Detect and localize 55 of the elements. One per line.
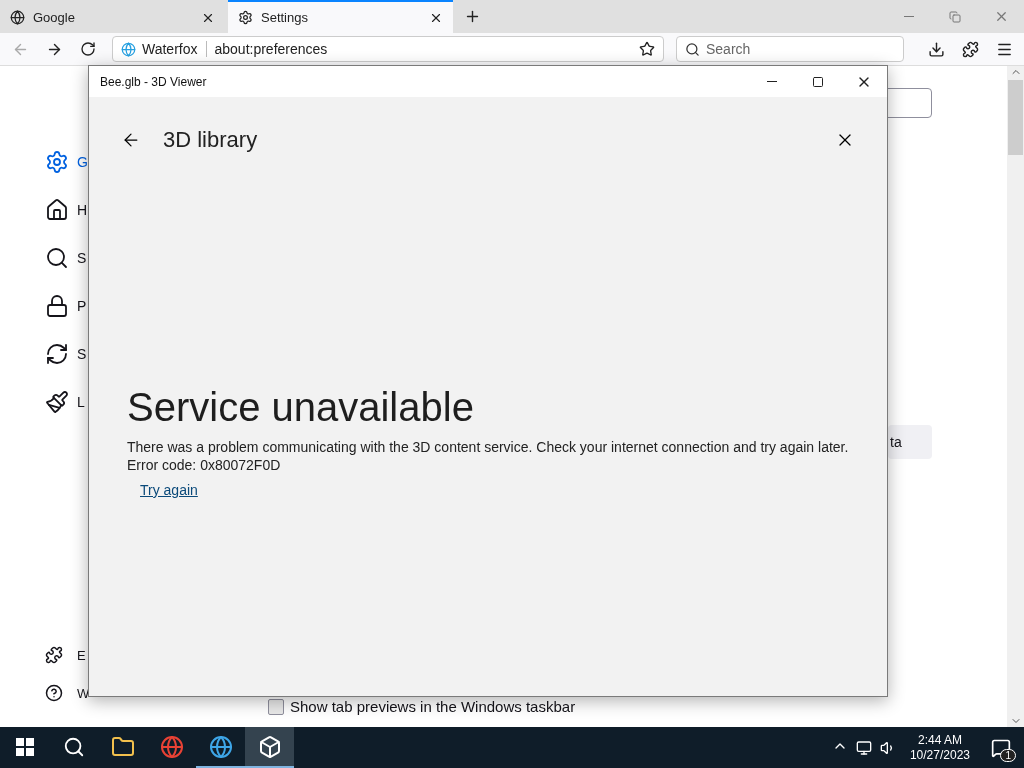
maximize-icon <box>812 75 824 88</box>
globe-icon <box>159 734 184 759</box>
globe-icon <box>208 734 233 759</box>
url-text: about:preferences <box>214 41 328 57</box>
search-icon <box>45 246 69 270</box>
notification-count: 1 <box>1000 748 1016 762</box>
scrollbar[interactable] <box>1007 66 1024 727</box>
puzzle-icon <box>961 40 979 58</box>
settings-button[interactable]: ta <box>888 425 932 459</box>
lock-icon <box>45 294 69 318</box>
star-icon <box>639 41 655 57</box>
window-title: Bee.glb - 3D Viewer <box>100 74 208 89</box>
globe-icon <box>10 10 25 25</box>
taskbar-app[interactable] <box>245 727 294 768</box>
sidebar-item[interactable]: H <box>45 196 88 224</box>
sidebar-item[interactable]: G <box>45 148 88 176</box>
folder-icon <box>110 734 135 759</box>
minimize-icon <box>904 16 914 17</box>
page-title: 3D library <box>163 127 259 153</box>
address-field[interactable]: Waterfox about:preferences <box>112 36 664 62</box>
identity-label: Waterfox <box>142 41 198 57</box>
minimize-icon <box>767 81 777 82</box>
clock[interactable]: 2:44 AM 10/27/2023 <box>909 732 970 763</box>
reload-icon <box>80 41 96 57</box>
search-field[interactable]: Search <box>676 36 904 62</box>
home-icon <box>45 198 69 222</box>
settings-icon <box>238 10 253 25</box>
try-again-link[interactable]: Try again <box>140 482 198 498</box>
cube-icon <box>257 734 282 759</box>
sidebar-item[interactable]: S <box>45 340 87 368</box>
windows-icon <box>15 737 34 756</box>
globe-icon <box>121 41 136 57</box>
settings-icon <box>45 150 69 174</box>
paintbrush-icon <box>45 390 69 414</box>
scroll-thumb[interactable] <box>1008 80 1023 155</box>
browser-tab[interactable]: Google <box>0 0 225 33</box>
help-icon <box>45 684 63 702</box>
network-icon <box>855 739 872 756</box>
puzzle-icon <box>45 646 63 664</box>
sidebar-link[interactable]: E <box>45 644 86 666</box>
message-icon <box>991 737 1011 758</box>
restore-icon <box>949 10 961 23</box>
download-icon <box>927 40 945 58</box>
error-code: Error code: 0x80072F0D <box>127 456 281 474</box>
error-message: There was a problem communicating with the 3D content service. Check your internet connection and try again later. <box>127 438 849 456</box>
browser-tab[interactable]: Settings <box>228 0 453 33</box>
checkbox-label: Show tab previews in the Windows taskbar <box>290 698 576 715</box>
sync-icon <box>45 342 69 366</box>
checkbox[interactable] <box>268 698 284 715</box>
search-icon <box>685 41 700 57</box>
sidebar-item[interactable]: P <box>45 292 87 320</box>
sidebar-item[interactable]: L <box>45 388 85 416</box>
error-heading: Service unavailable <box>127 385 474 430</box>
search-icon <box>62 735 85 758</box>
sidebar-item[interactable]: S <box>45 244 87 272</box>
